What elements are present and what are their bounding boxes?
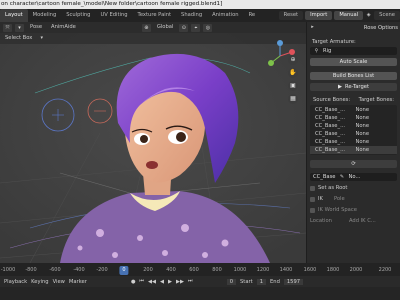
bone-icon: ✎ xyxy=(339,173,345,180)
checkbox[interactable] xyxy=(310,185,315,191)
editor-type-icon[interactable]: ▾ xyxy=(15,23,24,32)
play-reverse-icon[interactable]: ◀ xyxy=(160,279,164,285)
window-title: on character\cartoon female_\model\New f… xyxy=(0,0,400,9)
play-icon: ▶ xyxy=(337,84,342,90)
tab-shading[interactable]: Shading xyxy=(176,9,207,22)
transform-orientation-icon[interactable]: ⊕ xyxy=(141,23,151,32)
pan-hand-icon[interactable]: ✋ xyxy=(288,68,298,78)
target-bones-label: Target Bones: xyxy=(358,97,394,103)
target-armature-field[interactable]: ⚲ Rig xyxy=(310,47,397,55)
bone-field-right: No... xyxy=(348,174,361,180)
record-icon[interactable]: ● xyxy=(131,279,136,285)
play-icon[interactable]: ▶ xyxy=(168,279,172,285)
viewport-header: ⤧ ▾ Pose AnimAide ⊕ Global ⊙ ⌖ ◎ xyxy=(0,22,306,33)
end-label: End xyxy=(270,278,280,285)
tab-modeling[interactable]: Modeling xyxy=(28,9,62,22)
chevron-down-icon[interactable]: ▾ xyxy=(38,35,45,42)
manual-button[interactable]: Manual xyxy=(334,11,364,20)
refresh-icon: ⟳ xyxy=(351,161,356,167)
reset-button[interactable]: Reset xyxy=(278,11,304,20)
jump-end-icon[interactable]: ⏭ xyxy=(188,278,193,285)
ik-row[interactable]: IK Pole xyxy=(310,195,397,203)
view-menu[interactable]: View xyxy=(53,279,65,285)
grid-view-icon[interactable]: ▦ xyxy=(288,94,298,104)
list-item[interactable]: CC_Base_... None xyxy=(310,114,397,122)
tab-animation[interactable]: Animation xyxy=(207,9,243,22)
transform-orientation[interactable]: Global xyxy=(154,22,177,33)
scene-render xyxy=(0,33,306,263)
current-frame-field[interactable]: 0 xyxy=(226,278,236,285)
auto-scale-button[interactable]: Auto Scale xyxy=(310,58,397,66)
menu-animaide[interactable]: AnimAide xyxy=(48,22,79,33)
viewport-nav-tools: ⊕ ✋ ▣ ▦ xyxy=(287,55,299,104)
3d-viewport[interactable] xyxy=(0,33,306,263)
panel-toggle-icon[interactable]: ▸ xyxy=(309,24,316,31)
scene-selector[interactable]: Scene xyxy=(374,11,400,20)
tab-rendering[interactable]: Re xyxy=(244,9,261,22)
zoom-icon[interactable]: ⊕ xyxy=(288,55,298,65)
tab-uv-editing[interactable]: UV Editing xyxy=(95,9,132,22)
bone-mapping-field[interactable]: CC_Base ✎ No... xyxy=(310,173,397,181)
list-item[interactable]: CC_Base_... None xyxy=(310,130,397,138)
tab-texture-paint[interactable]: Texture Paint xyxy=(133,9,176,22)
camera-icon[interactable]: ▣ xyxy=(288,81,298,91)
workspace-bar: Layout Modeling Sculpting UV Editing Tex… xyxy=(0,9,400,22)
list-item[interactable]: CC_Base_... None xyxy=(310,106,397,114)
bones-list[interactable]: CC_Base_... None CC_Base_... None CC_Base_… xyxy=(310,105,397,155)
pose-mode-icon[interactable]: ⤧ xyxy=(3,23,12,32)
refresh-button[interactable]: ⟳ xyxy=(310,160,397,168)
rose-options-panel: ▸ Rose Options Target Armature: ⚲ Rig Au… xyxy=(306,22,400,263)
jump-start-icon[interactable]: ⏮ xyxy=(139,278,144,285)
location-row[interactable]: Location Add IK C... xyxy=(310,217,397,225)
viewport-tool-header: Select Box ▾ xyxy=(0,33,306,44)
start-frame-field[interactable]: 1 xyxy=(256,278,266,285)
snap-icon[interactable]: ⌖ xyxy=(191,23,201,32)
marker-menu[interactable]: Marker xyxy=(69,279,87,285)
keying-menu[interactable]: Keying xyxy=(31,279,48,285)
end-frame-field[interactable]: 1597 xyxy=(283,278,304,285)
armature-icon: ⚲ xyxy=(314,47,319,54)
build-bones-list-button[interactable]: Build Bones List xyxy=(310,72,397,80)
list-item[interactable]: CC_Base_... None xyxy=(310,146,397,154)
import-button[interactable]: Import xyxy=(305,11,333,20)
ik-world-space-checkbox[interactable]: IK World Space xyxy=(310,206,397,214)
ik-checkbox[interactable] xyxy=(310,196,315,202)
start-label: Start xyxy=(240,278,253,285)
pivot-icon[interactable]: ⊙ xyxy=(179,23,189,32)
proportional-icon[interactable]: ◎ xyxy=(203,23,213,32)
timeline-track[interactable] xyxy=(0,287,400,300)
re-target-button[interactable]: ▶ Re-Target xyxy=(310,83,397,91)
prev-key-icon[interactable]: ◀◀ xyxy=(148,279,156,285)
tab-sculpting[interactable]: Sculpting xyxy=(61,9,95,22)
select-box-dropdown[interactable]: Select Box xyxy=(2,33,35,44)
panel-title: Rose Options xyxy=(363,24,398,31)
panel-header: ▸ Rose Options xyxy=(307,22,400,33)
menu-pose[interactable]: Pose xyxy=(27,22,45,33)
scene-icon[interactable]: ◈ xyxy=(365,12,372,19)
current-frame-indicator[interactable]: 0 xyxy=(119,266,129,275)
list-item[interactable]: CC_Base_... None xyxy=(310,138,397,146)
checkbox[interactable] xyxy=(310,207,315,213)
playback-menu[interactable]: Playback xyxy=(4,279,27,285)
re-target-label: Re-Target xyxy=(344,84,369,90)
source-bones-label: Source Bones: xyxy=(313,97,351,103)
tab-layout[interactable]: Layout xyxy=(0,9,28,22)
set-as-root-checkbox[interactable]: Set as Root xyxy=(310,184,397,192)
bone-field-left: CC_Base xyxy=(313,174,336,180)
next-key-icon[interactable]: ▶▶ xyxy=(176,279,184,285)
target-armature-label: Target Armature: xyxy=(312,39,356,45)
list-item[interactable]: CC_Base_... None xyxy=(310,122,397,130)
transport-controls: Playback Keying View Marker ● ⏮ ◀◀ ◀ ▶ ▶… xyxy=(0,276,400,287)
target-armature-value: Rig xyxy=(323,48,332,54)
